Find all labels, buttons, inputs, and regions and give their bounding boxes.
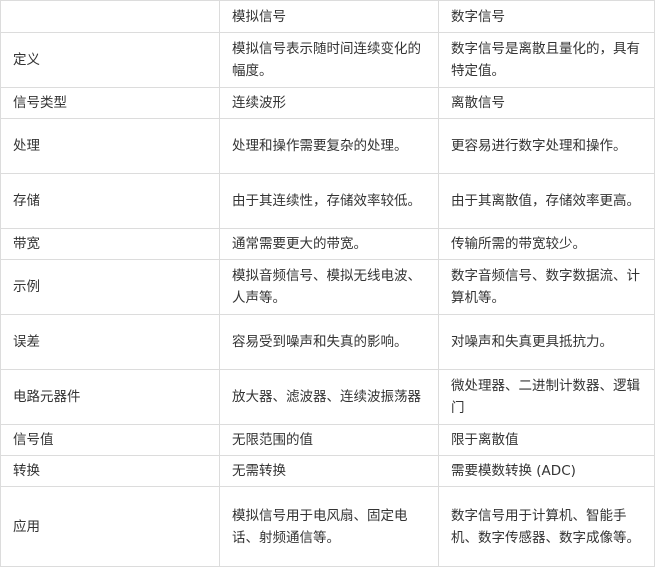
header-cell-digital: 数字信号 [438,0,655,33]
row-label: 电路元器件 [0,369,220,425]
digital-cell: 限于离散值 [438,424,655,456]
row-label: 信号值 [0,424,220,456]
digital-cell: 离散信号 [438,87,655,119]
digital-cell: 需要模数转换 (ADC) [438,455,655,487]
table-row: 转换 无需转换 需要模数转换 (ADC) [0,455,655,487]
analog-cell: 连续波形 [219,87,439,119]
digital-cell: 对噪声和失真更具抵抗力。 [438,314,655,370]
row-label: 带宽 [0,228,220,260]
analog-cell: 容易受到噪声和失真的影响。 [219,314,439,370]
table-row: 存储 由于其连续性，存储效率较低。 由于其离散值，存储效率更高。 [0,173,655,229]
comparison-document: 模拟信号 数字信号 定义 模拟信号表示随时间连续变化的幅度。 数字信号是离散且量… [0,0,655,567]
header-cell-analog: 模拟信号 [219,0,439,33]
row-label: 误差 [0,314,220,370]
table-row: 带宽 通常需要更大的带宽。 传输所需的带宽较少。 [0,228,655,260]
table-row: 信号值 无限范围的值 限于离散值 [0,424,655,456]
table-row: 示例 模拟音频信号、模拟无线电波、人声等。 数字音频信号、数字数据流、计算机等。 [0,259,655,315]
digital-cell: 数字信号用于计算机、智能手机、数字传感器、数字成像等。 [438,486,655,567]
digital-cell: 数字信号是离散且量化的，具有特定值。 [438,32,655,88]
analog-cell: 放大器、滤波器、连续波振荡器 [219,369,439,425]
table-row: 误差 容易受到噪声和失真的影响。 对噪声和失真更具抵抗力。 [0,314,655,370]
row-label: 应用 [0,486,220,567]
table-row: 信号类型 连续波形 离散信号 [0,87,655,119]
row-label: 处理 [0,118,220,174]
row-label: 转换 [0,455,220,487]
row-label: 信号类型 [0,87,220,119]
digital-cell: 更容易进行数字处理和操作。 [438,118,655,174]
digital-cell: 微处理器、二进制计数器、逻辑门 [438,369,655,425]
table-row: 定义 模拟信号表示随时间连续变化的幅度。 数字信号是离散且量化的，具有特定值。 [0,32,655,88]
analog-cell: 模拟信号表示随时间连续变化的幅度。 [219,32,439,88]
analog-cell: 无限范围的值 [219,424,439,456]
table-row: 处理 处理和操作需要复杂的处理。 更容易进行数字处理和操作。 [0,118,655,174]
analog-cell: 无需转换 [219,455,439,487]
analog-digital-comparison-table: 模拟信号 数字信号 定义 模拟信号表示随时间连续变化的幅度。 数字信号是离散且量… [0,0,655,567]
table-row: 电路元器件 放大器、滤波器、连续波振荡器 微处理器、二进制计数器、逻辑门 [0,369,655,425]
digital-cell: 传输所需的带宽较少。 [438,228,655,260]
analog-cell: 模拟音频信号、模拟无线电波、人声等。 [219,259,439,315]
digital-cell: 由于其离散值，存储效率更高。 [438,173,655,229]
row-label: 定义 [0,32,220,88]
table-row: 应用 模拟信号用于电风扇、固定电话、射频通信等。 数字信号用于计算机、智能手机、… [0,486,655,567]
table-header-row: 模拟信号 数字信号 [0,0,655,33]
analog-cell: 处理和操作需要复杂的处理。 [219,118,439,174]
header-cell-empty [0,0,220,33]
analog-cell: 由于其连续性，存储效率较低。 [219,173,439,229]
digital-cell: 数字音频信号、数字数据流、计算机等。 [438,259,655,315]
row-label: 示例 [0,259,220,315]
analog-cell: 通常需要更大的带宽。 [219,228,439,260]
row-label: 存储 [0,173,220,229]
analog-cell: 模拟信号用于电风扇、固定电话、射频通信等。 [219,486,439,567]
